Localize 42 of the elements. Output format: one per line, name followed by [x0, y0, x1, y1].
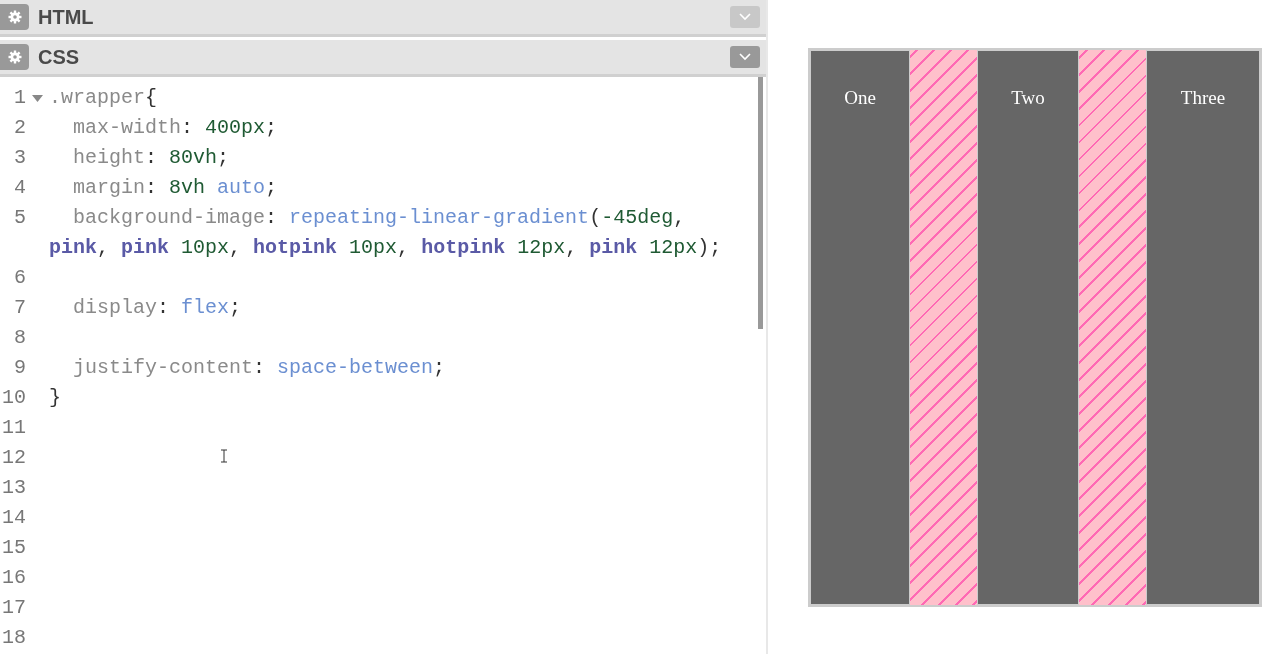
- code-line: justify-content: space-between;: [72, 355, 447, 381]
- fold-arrow-icon[interactable]: [32, 94, 43, 102]
- collapse-button[interactable]: [730, 46, 760, 68]
- line-number: 15: [1, 535, 26, 561]
- flex-item: Two: [977, 50, 1079, 605]
- line-number: 7: [13, 295, 26, 321]
- chevron-down-icon: [739, 13, 751, 21]
- line-number: 18: [1, 625, 26, 651]
- line-number: 1: [13, 85, 26, 111]
- chevron-down-icon: [739, 53, 751, 61]
- line-number: 11: [1, 415, 26, 441]
- settings-button[interactable]: [0, 44, 29, 70]
- flex-item: One: [810, 50, 910, 605]
- line-number: 10: [1, 385, 26, 411]
- code-line: height: 80vh;: [72, 145, 231, 171]
- flex-item: Three: [1146, 50, 1260, 605]
- panel-title: HTML: [38, 5, 95, 29]
- text-cursor-icon: [220, 449, 228, 463]
- line-number: 9: [13, 355, 26, 381]
- code-line: max-width: 400px;: [72, 115, 279, 141]
- line-number: 2: [13, 115, 26, 141]
- settings-button[interactable]: [0, 4, 29, 30]
- collapse-button[interactable]: [730, 6, 760, 28]
- line-number: 5: [13, 205, 26, 231]
- line-number: 8: [13, 325, 26, 351]
- line-number: 3: [13, 145, 26, 171]
- code-line: margin: 8vh auto;: [72, 175, 279, 201]
- code-line: .wrapper{: [49, 85, 159, 111]
- line-number: 13: [1, 475, 26, 501]
- code-line: display: flex;: [72, 295, 243, 321]
- panel-title: CSS: [38, 45, 81, 69]
- settings-icon: [7, 50, 22, 64]
- settings-icon: [7, 10, 22, 24]
- line-number: 12: [1, 445, 26, 471]
- line-number: 6: [13, 265, 26, 291]
- line-number: 17: [1, 595, 26, 621]
- line-number: 14: [1, 505, 26, 531]
- scrollbar[interactable]: [758, 77, 763, 329]
- code-line: }: [49, 385, 62, 411]
- line-number: 4: [13, 175, 26, 201]
- code-line: background-image: repeating-linear-gradient(-45deg, pink, pink 10px, hotpink 10px, hotpink 12px, pink 12px);: [49, 205, 723, 261]
- line-number: 16: [1, 565, 26, 591]
